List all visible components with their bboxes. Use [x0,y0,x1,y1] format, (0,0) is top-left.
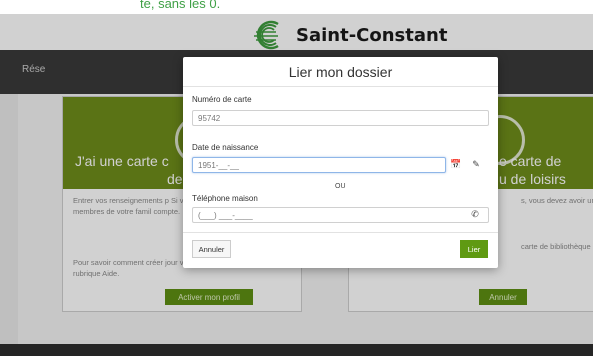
or-separator: OU [335,183,346,190]
link-button[interactable]: Lier [460,240,488,258]
home-phone-label: Téléphone maison [192,194,258,203]
card-number-label: Numéro de carte [192,95,252,104]
calendar-icon[interactable]: 📅 [450,159,462,170]
birthdate-input[interactable] [192,157,446,173]
link-account-modal: Lier mon dossier Numéro de carte Date de… [183,57,498,268]
divider [183,232,498,233]
modal-title: Lier mon dossier [288,64,393,80]
top-strip-text: te, sans les 0. [140,0,221,11]
top-strip: te, sans les 0. [0,0,593,14]
divider [183,86,498,87]
cancel-button[interactable]: Annuler [192,240,231,258]
card-number-input[interactable] [192,110,489,126]
phone-icon: ✆ [471,209,479,219]
birthdate-label: Date de naissance [192,143,259,152]
eraser-icon[interactable]: ✎ [470,159,482,170]
home-phone-input[interactable] [192,207,489,223]
